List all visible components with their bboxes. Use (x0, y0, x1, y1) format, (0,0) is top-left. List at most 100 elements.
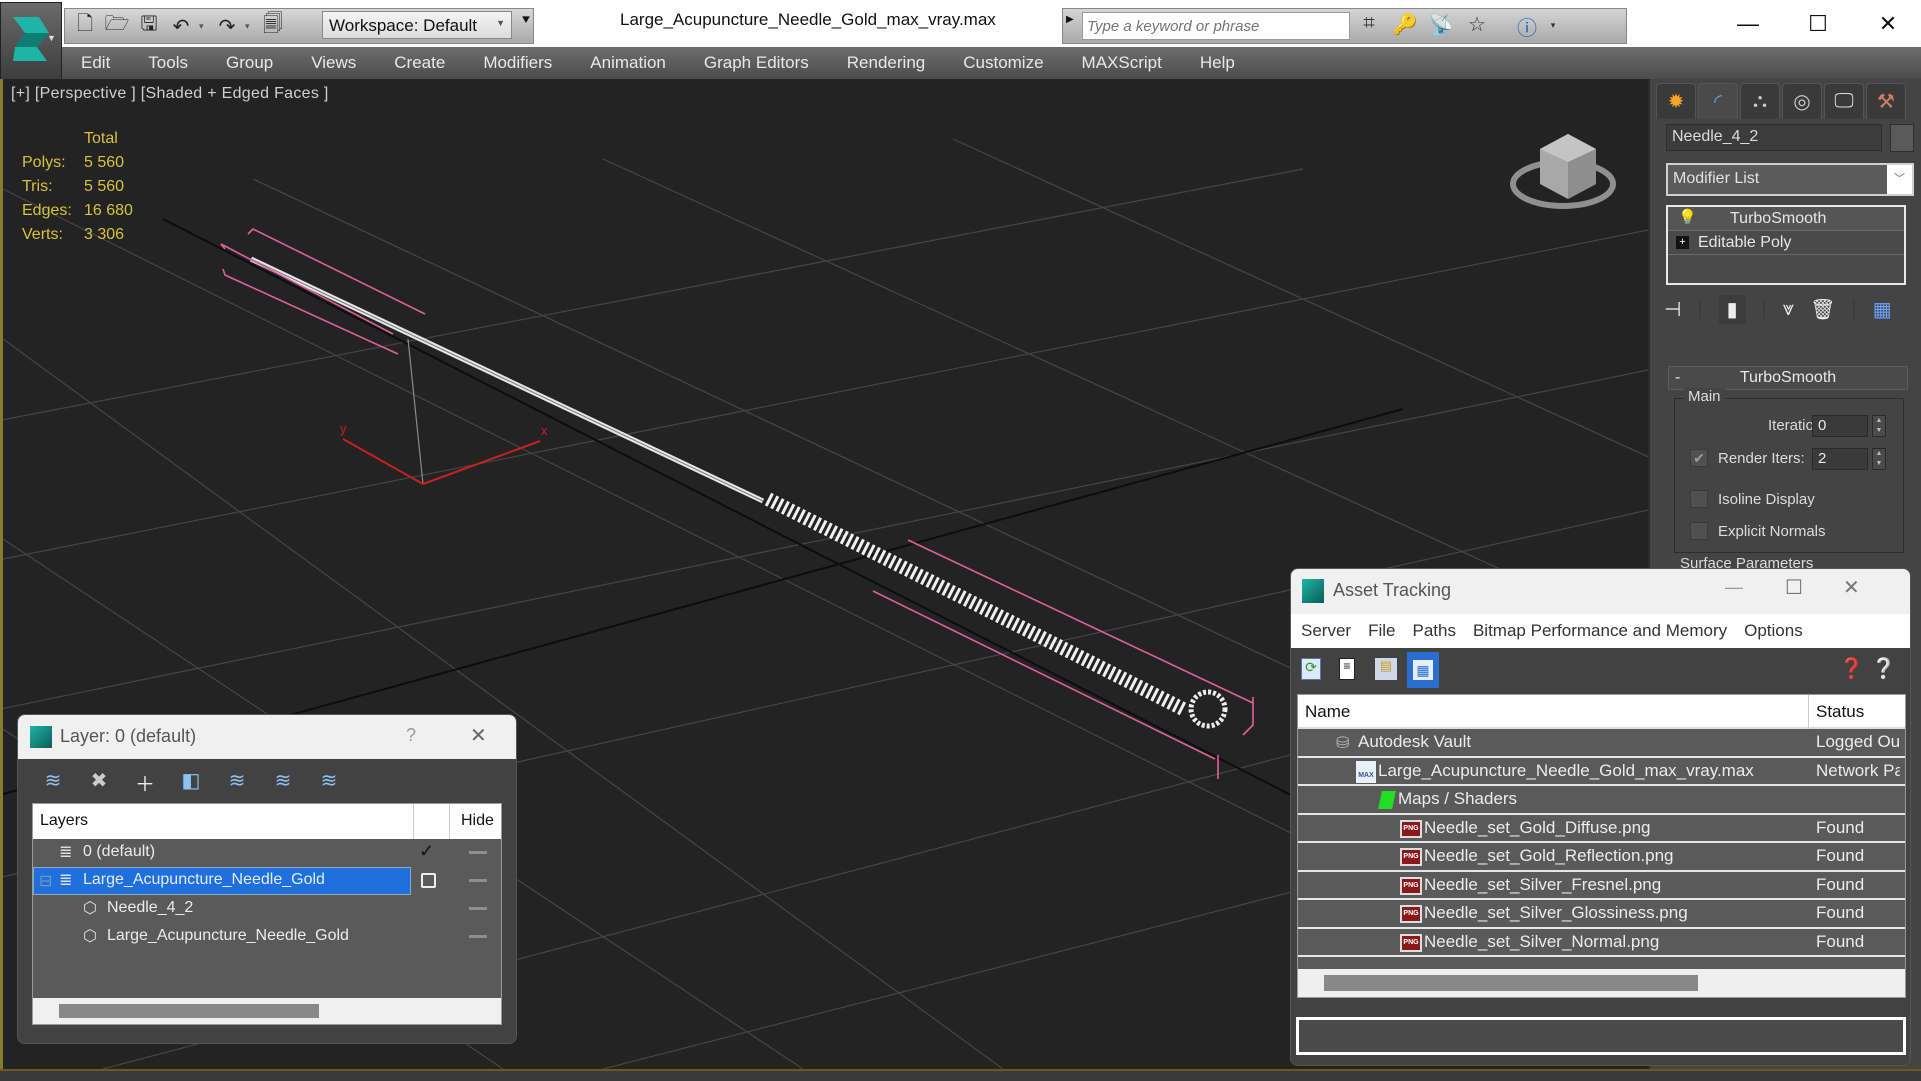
layer-settings-icon[interactable]: ≋ (316, 768, 342, 794)
highlight-layer-icon[interactable]: ≋ (270, 768, 296, 794)
configure-modifier-sets-icon[interactable]: ▦ (1873, 297, 1892, 322)
menu-create[interactable]: Create (375, 53, 464, 73)
refresh-icon[interactable]: ⟳ (1301, 658, 1321, 680)
column-layers[interactable]: Layers (40, 812, 88, 830)
iterations-input[interactable]: 0 (1812, 415, 1868, 437)
menu-paths[interactable]: Paths (1412, 621, 1455, 641)
menu-maxscript[interactable]: MAXScript (1063, 53, 1181, 73)
asset-row[interactable]: PNG Needle_set_Silver_Glossiness.png Fou… (1298, 900, 1905, 929)
layer-row[interactable]: ≣ 0 (default) ✓ (33, 839, 501, 867)
select-layer-icon[interactable]: ≋ (224, 768, 250, 794)
vault-help-icon[interactable]: ❓ (1839, 656, 1864, 681)
menu-graph-editors[interactable]: Graph Editors (685, 53, 828, 73)
add-to-layer-icon[interactable]: ＋ (132, 768, 158, 796)
undo-icon[interactable]: ↶ (167, 12, 195, 40)
search-input[interactable] (1082, 12, 1350, 40)
viewport-label[interactable]: [+] [Perspective ] [Shaded + Edged Faces… (11, 85, 329, 103)
save-icon[interactable]: 🖫 (135, 12, 163, 40)
help-icon[interactable]: ❔ (1871, 656, 1896, 681)
expand-plus-icon[interactable]: + (1676, 236, 1689, 249)
asset-row[interactable]: PNG Needle_set_Silver_Normal.png Found (1298, 928, 1905, 957)
asset-row[interactable]: PNG Needle_set_Gold_Reflection.png Found (1298, 843, 1905, 872)
asset-row[interactable]: MAX Large_Acupuncture_Needle_Gold_max_vr… (1298, 757, 1905, 786)
make-current-checkbox[interactable] (421, 873, 436, 888)
hide-toggle[interactable] (469, 907, 487, 910)
new-file-icon[interactable]: 🗋 (71, 12, 99, 40)
close-button[interactable]: ✕ (1843, 575, 1860, 600)
menu-bitmap-performance[interactable]: Bitmap Performance and Memory (1473, 621, 1727, 641)
current-layer-checkmark-icon[interactable]: ✓ (419, 841, 434, 862)
hierarchy-tab-icon[interactable]: ⛬ (1740, 83, 1780, 119)
column-status[interactable]: Status (1816, 702, 1864, 722)
maximize-button[interactable]: ☐ (1790, 6, 1846, 42)
column-name[interactable]: Name (1305, 702, 1350, 722)
layer-row[interactable]: ⊟ ≣ Large_Acupuncture_Needle_Gold (33, 867, 501, 895)
lightbulb-icon[interactable]: 💡 (1678, 208, 1697, 226)
menu-file[interactable]: File (1368, 621, 1395, 641)
turbosmooth-rollout-header[interactable]: - TurboSmooth (1668, 366, 1908, 390)
menu-options[interactable]: Options (1744, 621, 1803, 641)
satellite-icon[interactable]: 📡 (1426, 12, 1456, 40)
close-button[interactable]: ✕ (1860, 6, 1916, 42)
scrollbar-thumb[interactable] (1324, 975, 1698, 991)
display-tab-icon[interactable]: 🖵 (1824, 83, 1864, 119)
asset-path-field[interactable] (1296, 1017, 1906, 1055)
workspace-dropdown[interactable]: Workspace: Default ▼ (322, 11, 512, 39)
select-objects-icon[interactable]: ◧ (178, 768, 204, 794)
menu-modifiers[interactable]: Modifiers (464, 53, 571, 73)
menu-animation[interactable]: Animation (571, 53, 685, 73)
horizontal-scrollbar[interactable] (1298, 969, 1905, 997)
binoculars-icon[interactable]: ⌗ (1354, 12, 1384, 40)
pin-stack-icon[interactable]: ⊣ (1664, 297, 1681, 322)
explicit-normals-checkbox[interactable] (1690, 522, 1708, 540)
object-color-swatch[interactable] (1890, 124, 1914, 152)
redo-dropdown-icon[interactable]: ▾ (245, 21, 255, 32)
stack-item-turbosmooth[interactable]: 💡 TurboSmooth (1668, 207, 1904, 231)
minimize-button[interactable]: — (1720, 6, 1776, 42)
object-name-field[interactable]: Needle_4_2 (1666, 124, 1882, 151)
scrollbar-thumb[interactable] (59, 1004, 319, 1018)
help-button[interactable]: ? (406, 725, 416, 746)
make-unique-icon[interactable]: ⩔ (1783, 298, 1794, 321)
utilities-tab-icon[interactable]: ⚒ (1866, 83, 1906, 119)
hide-toggle[interactable] (469, 879, 487, 882)
asset-row[interactable]: ⛁ Autodesk Vault Logged Ou (1298, 729, 1905, 758)
asset-row[interactable]: Maps / Shaders (1298, 786, 1905, 815)
motion-tab-icon[interactable]: ◎ (1782, 83, 1822, 119)
isoline-display-checkbox[interactable] (1690, 490, 1708, 508)
menu-views[interactable]: Views (292, 53, 375, 73)
list-view-icon[interactable]: ≡ (1339, 658, 1355, 680)
show-end-result-icon[interactable]: ▮ (1718, 294, 1746, 324)
menu-customize[interactable]: Customize (944, 53, 1062, 73)
menu-group[interactable]: Group (207, 53, 292, 73)
delete-layer-icon[interactable]: ✖ (86, 768, 112, 794)
collapse-icon[interactable]: ⊟ (39, 871, 52, 891)
app-menu-button[interactable]: ▼ (0, 2, 62, 86)
asset-row[interactable]: PNG Needle_set_Gold_Diffuse.png Found (1298, 814, 1905, 843)
menu-tools[interactable]: Tools (129, 53, 207, 73)
hide-toggle[interactable] (469, 851, 487, 854)
new-layer-icon[interactable]: ≋ (40, 768, 66, 794)
tree-view-icon[interactable]: ▤ (1375, 658, 1397, 680)
iterations-spinner[interactable]: ▲ ▼ (1872, 415, 1886, 437)
menu-rendering[interactable]: Rendering (828, 53, 944, 73)
expand-search-icon[interactable]: ▶ (1066, 14, 1074, 25)
customize-toolbar-icon[interactable]: ⯆ (515, 12, 537, 38)
asset-dialog-titlebar[interactable]: Asset Tracking — ☐ ✕ (1291, 569, 1910, 614)
stack-item-editable-poly[interactable]: + Editable Poly (1668, 231, 1904, 255)
menu-server[interactable]: Server (1301, 621, 1351, 641)
modifier-list-dropdown[interactable]: Modifier List ﹀ (1666, 163, 1914, 196)
render-iters-checkbox[interactable]: ✔ (1690, 449, 1708, 467)
project-folder-icon[interactable]: 🗐 (259, 12, 287, 40)
create-tab-icon[interactable]: ✹ (1656, 83, 1696, 119)
table-view-button[interactable]: ▦ (1407, 652, 1439, 688)
open-folder-icon[interactable]: 🗁 (103, 12, 131, 40)
remove-modifier-icon[interactable]: 🗑 (1810, 297, 1835, 322)
close-button[interactable]: ✕ (470, 723, 487, 748)
column-hide[interactable]: Hide (461, 812, 494, 830)
render-iters-input[interactable]: 2 (1812, 448, 1868, 470)
modify-tab-icon[interactable]: ◜ (1698, 83, 1738, 119)
asset-row[interactable]: PNG Needle_set_Silver_Fresnel.png Found (1298, 871, 1905, 900)
redo-icon[interactable]: ↷ (213, 12, 241, 40)
layer-row[interactable]: ⬡ Needle_4_2 (33, 895, 501, 923)
